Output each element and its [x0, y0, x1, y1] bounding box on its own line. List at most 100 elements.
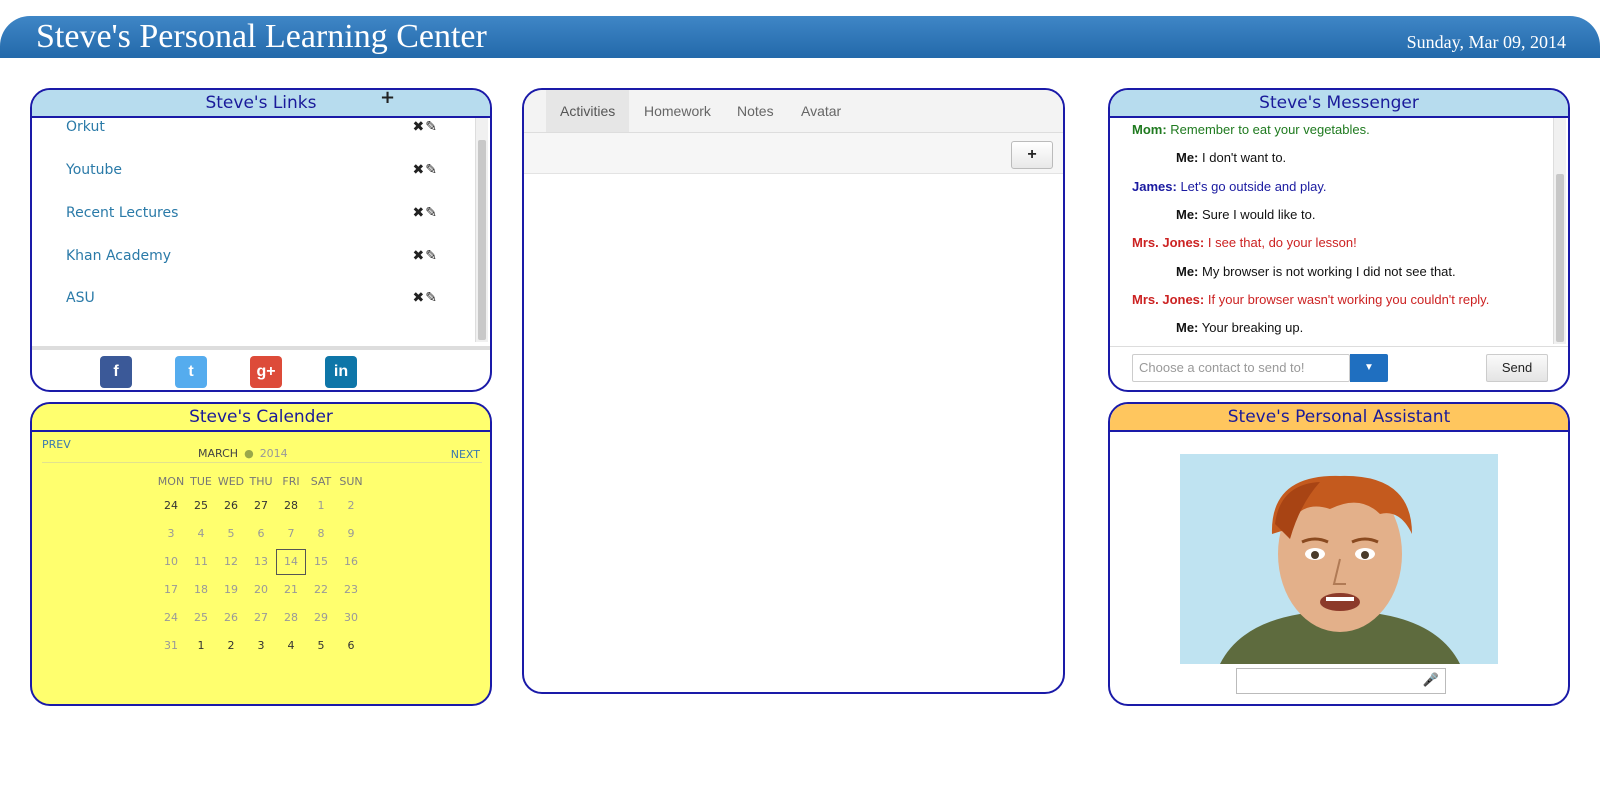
link-row: Khan Academy ✖✎: [66, 247, 456, 271]
links-panel: Steve's Links + Orkut ✖✎ Youtube ✖✎ Rece…: [30, 88, 492, 392]
calendar-day[interactable]: 2: [216, 636, 246, 656]
calendar-day[interactable]: 3: [156, 524, 186, 544]
page-title: Steve's Personal Learning Center: [36, 18, 487, 55]
delete-icon[interactable]: ✖: [413, 118, 426, 134]
calendar-day[interactable]: 3: [246, 636, 276, 656]
calendar-day[interactable]: 9: [336, 524, 366, 544]
message-text: I see that, do your lesson!: [1207, 235, 1357, 251]
calendar-day[interactable]: 25: [186, 496, 216, 516]
add-activity-button[interactable]: +: [1011, 141, 1053, 169]
edit-icon[interactable]: ✎: [425, 118, 438, 134]
link-khan-academy[interactable]: Khan Academy: [66, 248, 171, 264]
calendar-day[interactable]: 28: [276, 496, 306, 516]
tab-activities[interactable]: Activities: [546, 90, 630, 132]
calendar-day[interactable]: 2: [336, 496, 366, 516]
calendar-day[interactable]: 15: [306, 552, 336, 572]
calendar-day[interactable]: 25: [186, 608, 216, 628]
calendar-day[interactable]: 19: [216, 580, 246, 600]
calendar-day[interactable]: 24: [156, 608, 186, 628]
calendar-day[interactable]: 4: [186, 524, 216, 544]
calendar-day[interactable]: 4: [276, 636, 306, 656]
message-sender: Mrs. Jones:: [1132, 235, 1205, 251]
message-text: Your breaking up.: [1201, 320, 1304, 336]
calendar-day[interactable]: 1: [186, 636, 216, 656]
edit-icon[interactable]: ✎: [425, 247, 438, 263]
calendar-day[interactable]: 11: [186, 552, 216, 572]
tab-avatar[interactable]: Avatar: [787, 90, 855, 132]
message-sender: Me:: [1176, 206, 1199, 222]
edit-icon[interactable]: ✎: [425, 204, 438, 220]
calendar-day[interactable]: 17: [156, 580, 186, 600]
microphone-icon[interactable]: 🎤: [1423, 672, 1439, 688]
link-row: ASU ✖✎: [66, 289, 456, 313]
tab-homework[interactable]: Homework: [630, 90, 725, 132]
linkedin-icon[interactable]: in: [325, 356, 357, 388]
calendar-day[interactable]: 5: [216, 524, 246, 544]
calendar-day[interactable]: 22: [306, 580, 336, 600]
calendar-day[interactable]: 29: [306, 608, 336, 628]
contact-input[interactable]: Choose a contact to send to!: [1132, 354, 1350, 382]
activities-toolbar: +: [524, 133, 1063, 174]
calendar-day[interactable]: 8: [306, 524, 336, 544]
calendar-day[interactable]: 26: [216, 608, 246, 628]
delete-icon[interactable]: ✖: [413, 247, 426, 263]
calendar-day[interactable]: 24: [156, 496, 186, 516]
link-youtube[interactable]: Youtube: [66, 162, 122, 178]
calendar-day[interactable]: 21: [276, 580, 306, 600]
calendar-day-header: TUE: [190, 475, 212, 488]
activities-panel: Activities Homework Notes Avatar +: [522, 88, 1065, 694]
calendar-day-header: WED: [217, 475, 245, 488]
voice-input[interactable]: 🎤: [1236, 668, 1446, 694]
assistant-panel-header: Steve's Personal Assistant: [1110, 404, 1568, 432]
links-panel-title: Steve's Links: [205, 93, 317, 113]
assistant-panel: Steve's Personal Assistant 🎤: [1108, 402, 1570, 706]
delete-icon[interactable]: ✖: [413, 204, 426, 220]
calendar-day[interactable]: 12: [216, 552, 246, 572]
edit-icon[interactable]: ✎: [425, 161, 438, 177]
tab-notes[interactable]: Notes: [723, 90, 788, 132]
edit-icon[interactable]: ✎: [425, 289, 438, 305]
link-orkut[interactable]: Orkut: [66, 119, 105, 135]
calendar-day[interactable]: 27: [246, 496, 276, 516]
messenger-scrollbar[interactable]: [1553, 118, 1566, 344]
links-scrollbar[interactable]: [475, 118, 488, 342]
calendar-day[interactable]: 7: [276, 524, 306, 544]
scrollbar-thumb[interactable]: [478, 140, 486, 340]
messenger-title: Steve's Messenger: [1259, 93, 1419, 113]
calendar-day[interactable]: 30: [336, 608, 366, 628]
calendar-day[interactable]: 10: [156, 552, 186, 572]
calendar-day[interactable]: 31: [156, 636, 186, 656]
calendar-next-button[interactable]: NEXT: [451, 448, 480, 461]
link-row: Orkut ✖✎: [66, 118, 456, 142]
send-button[interactable]: Send: [1486, 354, 1548, 382]
link-asu[interactable]: ASU: [66, 290, 95, 306]
calendar-day[interactable]: 16: [336, 552, 366, 572]
calendar-day[interactable]: 23: [336, 580, 366, 600]
link-recent-lectures[interactable]: Recent Lectures: [66, 205, 178, 221]
twitter-icon[interactable]: t: [175, 356, 207, 388]
calendar-day[interactable]: 26: [216, 496, 246, 516]
calendar-day[interactable]: 18: [186, 580, 216, 600]
calendar-day-today[interactable]: 14: [276, 549, 306, 575]
calendar-day[interactable]: 6: [246, 524, 276, 544]
calendar-day[interactable]: 6: [336, 636, 366, 656]
calendar-month-label: MARCH ● 2014: [198, 447, 288, 460]
calendar-day-header: SUN: [339, 475, 363, 488]
plus-icon[interactable]: +: [380, 90, 395, 111]
calendar-day[interactable]: 5: [306, 636, 336, 656]
calendar-day[interactable]: 20: [246, 580, 276, 600]
calendar-day[interactable]: 27: [246, 608, 276, 628]
calendar-day[interactable]: 1: [306, 496, 336, 516]
calendar-day[interactable]: 13: [246, 552, 276, 572]
current-date: Sunday, Mar 09, 2014: [1406, 32, 1566, 52]
chevron-down-icon[interactable]: ▼: [1350, 354, 1388, 382]
calendar-title: Steve's Calender: [189, 407, 333, 427]
google-plus-icon[interactable]: g+: [250, 356, 282, 388]
message-item: Me: My browser is not working I did not …: [1176, 264, 1456, 279]
scrollbar-thumb[interactable]: [1556, 174, 1564, 342]
calendar-day[interactable]: 28: [276, 608, 306, 628]
delete-icon[interactable]: ✖: [413, 289, 426, 305]
calendar-prev-button[interactable]: PREV: [42, 438, 71, 451]
facebook-icon[interactable]: f: [100, 356, 132, 388]
delete-icon[interactable]: ✖: [413, 161, 426, 177]
